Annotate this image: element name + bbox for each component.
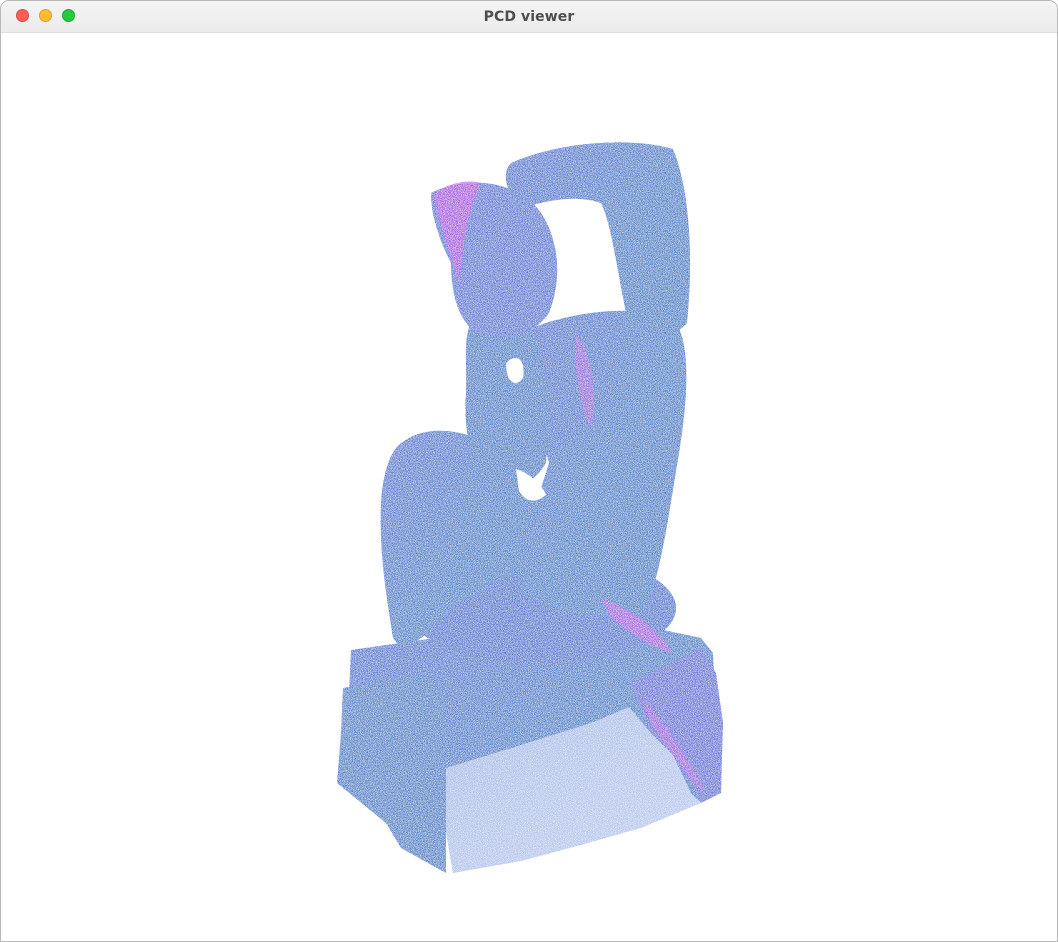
raised-arm [465, 314, 548, 489]
point-cloud-viewport[interactable] [1, 33, 1057, 941]
title-bar[interactable]: PCD viewer [1, 1, 1057, 33]
window-title: PCD viewer [483, 9, 575, 25]
app-window: PCD viewer [0, 0, 1058, 942]
torso [521, 310, 687, 617]
point-cloud-canvas[interactable] [1, 33, 1057, 941]
pedestal-left-face [337, 673, 446, 873]
sculpture-point-cloud [337, 142, 723, 873]
